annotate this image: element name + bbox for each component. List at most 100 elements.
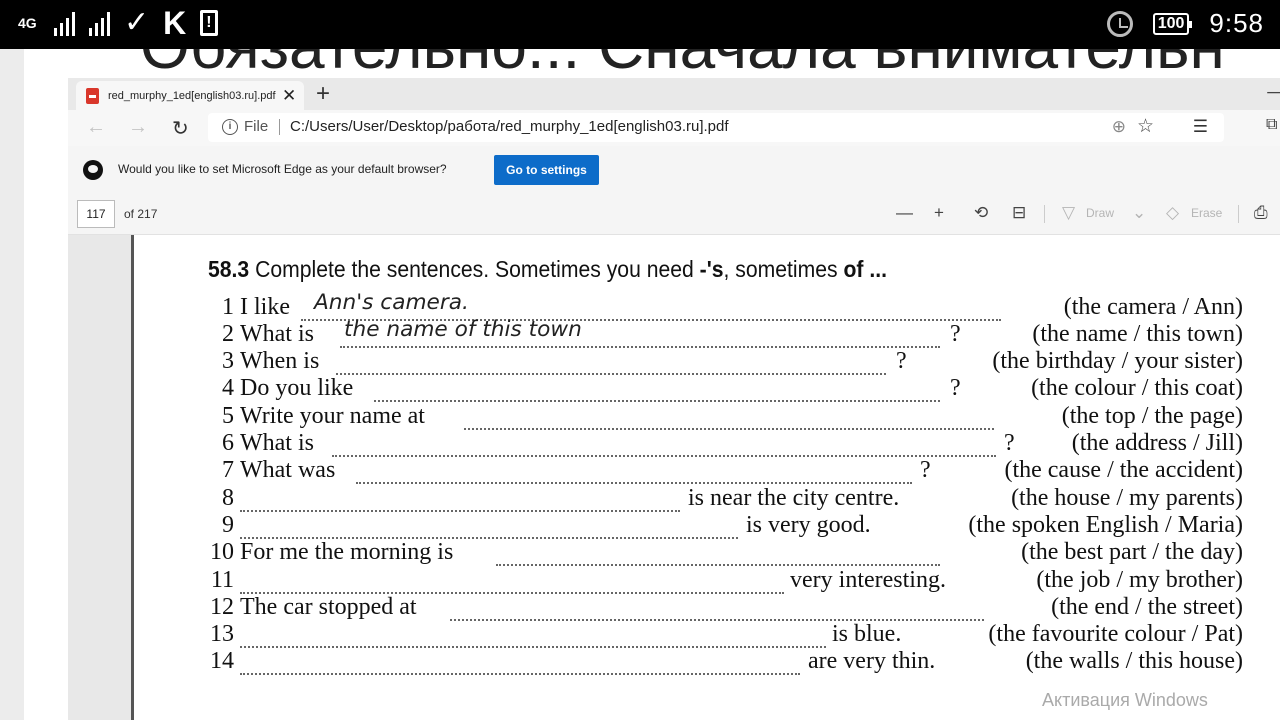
forward-icon[interactable]: →	[128, 116, 148, 139]
refresh-icon[interactable]: ↻	[172, 116, 189, 141]
erase-icon[interactable]: ◇	[1166, 203, 1179, 223]
exercise-item-10: 10 For me the morning is	[210, 539, 454, 565]
minimize-icon[interactable]: ─	[1267, 82, 1280, 103]
toolbar-separator-2	[1238, 205, 1239, 223]
pdf-toolbar: 117 of 217 — + ⟲ ⊟ ▽ Draw ⌄ ◇ Erase ⎙	[68, 194, 1280, 235]
exercise-item-6: 6 What is	[222, 430, 314, 456]
exercise-instruction: Complete the sentences. Sometimes you ne…	[255, 256, 700, 282]
after-11: very interesting.	[790, 567, 946, 593]
exercise-item-9: 9	[222, 512, 234, 538]
hint-1: (the camera / Ann)	[1063, 294, 1243, 320]
page-number-input[interactable]: 117	[77, 200, 115, 228]
exercise-item-1: 1I like	[222, 294, 290, 320]
battery-icon: 100	[1152, 12, 1193, 35]
address-toolbar: ← → ↻ i File C:/Users/User/Desktop/работ…	[68, 110, 1280, 146]
app-k-icon: K	[163, 5, 187, 41]
exercise-item-5: 5 Write your name at	[222, 403, 425, 429]
answer-line-12	[450, 617, 984, 621]
tab-pdf[interactable]: red_murphy_1ed[english03.ru].pdf ✕	[76, 81, 304, 110]
exercise-item-8: 8	[222, 485, 234, 511]
zoom-icon[interactable]: ⊕	[1112, 117, 1126, 137]
pdf-viewer[interactable]: 58.3 Complete the sentences. Sometimes y…	[68, 235, 1280, 720]
after-14: are very thin.	[808, 648, 936, 674]
signal-icon	[54, 10, 75, 36]
tab-bar: red_murphy_1ed[english03.ru].pdf ✕ + ─	[68, 78, 1280, 110]
clock: 9:58	[1209, 8, 1264, 38]
erase-label[interactable]: Erase	[1191, 206, 1222, 220]
page-count: of 217	[124, 207, 158, 221]
new-tab-icon[interactable]: +	[316, 81, 330, 107]
after-13: is blue.	[832, 621, 902, 647]
hint-6: (the address / Jill)	[1071, 430, 1243, 456]
pdf-page: 58.3 Complete the sentences. Sometimes y…	[131, 235, 1280, 720]
rotate-icon[interactable]: ⟲	[974, 203, 988, 223]
after-2: ?	[950, 321, 961, 347]
hint-3: (the birthday / your sister)	[992, 348, 1243, 374]
print-icon[interactable]: ⎙	[1254, 203, 1268, 223]
hint-2: (the name / this town)	[1032, 321, 1243, 347]
exercise-item-13: 13	[210, 621, 234, 647]
after-6: ?	[1004, 430, 1015, 456]
edge-logo-icon	[83, 160, 103, 180]
answer-line-8	[240, 508, 680, 512]
network-type-icon: 4G	[18, 14, 37, 31]
answer-line-3	[336, 371, 886, 375]
exercise-heading: 58.3 Complete the sentences. Sometimes y…	[208, 256, 887, 283]
status-right: 100 9:58	[1106, 8, 1264, 39]
pdf-icon	[86, 87, 99, 104]
hint-9: (the spoken English / Maria)	[968, 512, 1243, 538]
url-text[interactable]: C:/Users/User/Desktop/работа/red_murphy_…	[290, 118, 729, 135]
info-icon[interactable]: i	[222, 119, 238, 135]
zoom-out-icon[interactable]: —	[896, 203, 913, 223]
close-tab-icon[interactable]: ✕	[282, 86, 296, 106]
apostrophe-s: -'s	[699, 256, 724, 282]
answer-line-10	[496, 562, 940, 566]
answer-line-14	[240, 671, 800, 675]
zoom-in-icon[interactable]: +	[934, 203, 944, 223]
hint-4: (the colour / this coat)	[1031, 375, 1243, 401]
draw-icon[interactable]: ▽	[1062, 203, 1075, 223]
draw-label[interactable]: Draw	[1086, 206, 1114, 220]
after-9: is very good.	[746, 512, 871, 538]
toolbar-separator	[1044, 205, 1045, 223]
collections-icon[interactable]: ⧉	[1266, 116, 1277, 134]
hint-7: (the cause / the accident)	[1004, 457, 1243, 483]
answer-2: the name of this town	[344, 317, 582, 341]
answer-line-7	[356, 480, 912, 484]
exercise-item-3: 3 When is	[222, 348, 320, 374]
sd-card-icon	[200, 10, 219, 36]
hint-11: (the job / my brother)	[1036, 567, 1243, 593]
status-left: 4G ✓ K	[18, 5, 219, 41]
default-browser-infobar: Would you like to set Microsoft Edge as …	[68, 146, 1280, 195]
url-separator	[279, 119, 280, 135]
answer-line-2	[340, 344, 940, 348]
signal-icon-2	[89, 10, 110, 36]
exercise-item-11: 11	[210, 567, 234, 593]
fit-page-icon[interactable]: ⊟	[1012, 203, 1026, 223]
back-icon[interactable]: ←	[86, 116, 106, 139]
after-7: ?	[920, 457, 931, 483]
url-scheme-label: File	[244, 118, 269, 135]
address-bar[interactable]: i File C:/Users/User/Desktop/работа/red_…	[208, 113, 1224, 142]
after-8: is near the city centre.	[688, 485, 900, 511]
answer-line-4	[374, 398, 940, 402]
check-icon: ✓	[124, 6, 150, 39]
go-to-settings-button[interactable]: Go to settings	[494, 155, 599, 185]
answer-line-5	[464, 426, 994, 430]
of-word: of ...	[843, 256, 887, 282]
chevron-down-icon[interactable]: ⌄	[1132, 203, 1146, 223]
exercise-item-7: 7 What was	[222, 457, 336, 483]
favorites-list-icon[interactable]: ☰	[1193, 117, 1208, 137]
instruction-mid: , sometimes	[723, 256, 844, 282]
after-3: ?	[896, 348, 907, 374]
exercise-item-2: 2 What is	[222, 321, 314, 347]
windows-activation-watermark: Активация Windows	[1042, 690, 1208, 710]
browser-window: red_murphy_1ed[english03.ru].pdf ✕ + ─ ←…	[68, 78, 1280, 720]
exercise-item-14: 14	[210, 648, 234, 674]
hint-14: (the walls / this house)	[1025, 648, 1243, 674]
hint-10: (the best part / the day)	[1021, 539, 1243, 565]
favorite-star-icon[interactable]: ☆	[1137, 115, 1154, 138]
exercise-number: 58.3	[208, 256, 250, 282]
answer-line-6	[332, 453, 996, 457]
answer-line-13	[240, 644, 826, 648]
